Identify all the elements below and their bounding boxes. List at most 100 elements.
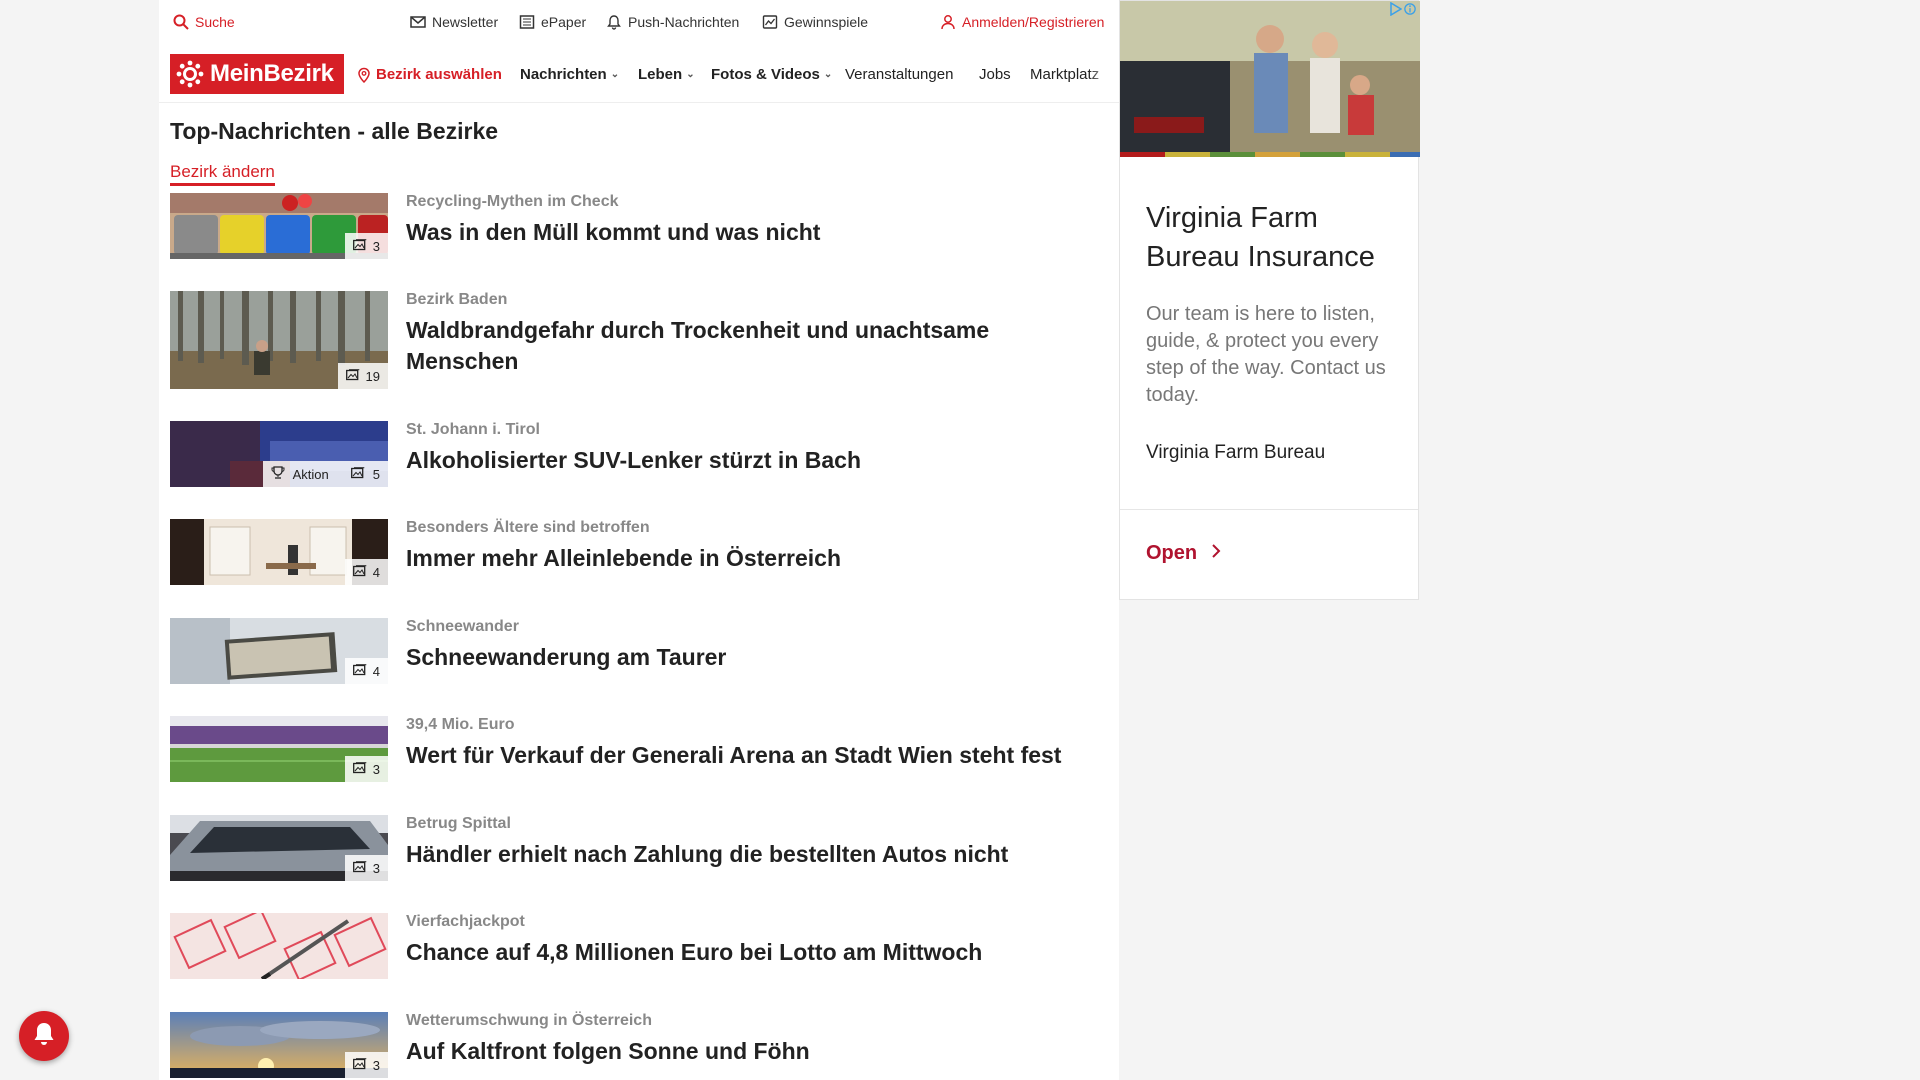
photo-count-badge: 4 (344, 658, 388, 684)
photo-count: 19 (365, 368, 380, 384)
article-headline[interactable]: Immer mehr Alleinlebende in Österreich (406, 543, 1096, 574)
gift-icon (762, 14, 778, 30)
newsletter-link[interactable]: Newsletter (410, 14, 498, 30)
article-headline[interactable]: Wert für Verkauf der Generali Arena an S… (406, 740, 1096, 771)
chevron-down-icon: ⌄ (686, 69, 695, 80)
adchoices-icon[interactable] (1390, 2, 1416, 16)
article-thumbnail[interactable]: 3 (170, 716, 388, 782)
ad-color-strip (1120, 152, 1420, 157)
article-thumbnail[interactable]: 3 (170, 193, 388, 259)
article-kicker: Recycling-Mythen im Check (406, 193, 619, 210)
article-thumbnail[interactable]: 3 (170, 1012, 388, 1078)
epaper-link[interactable]: ePaper (519, 14, 586, 30)
article-headline[interactable]: Auf Kaltfront folgen Sonne und Föhn (406, 1036, 1096, 1067)
article-headline[interactable]: Chance auf 4,8 Millionen Euro bei Lotto … (406, 937, 1096, 968)
photo-count-badge: 19 (337, 363, 388, 389)
article-thumbnail[interactable]: 4 (170, 618, 388, 684)
tag-and-photo-badge: Aktion 5 (262, 461, 388, 487)
article-kicker: Betrug Spittal (406, 815, 511, 832)
ad-divider (1120, 509, 1418, 510)
photo-count: 3 (372, 761, 380, 777)
photo-count-badge: 3 (344, 855, 388, 881)
ad-image[interactable] (1120, 1, 1420, 157)
games-label: Gewinnspiele (784, 14, 869, 30)
page-title: Top-Nachrichten - alle Bezirke (170, 118, 499, 144)
article-kicker: Wetterumschwung in Österreich (406, 1012, 652, 1029)
main-page: Suche Newsletter ePaper Push-Nachrichten… (159, 0, 1119, 1080)
nav-item-label: Fotos & Videos (711, 66, 820, 83)
nav-item-label: Marktplatz (1030, 66, 1100, 83)
article-thumbnail[interactable] (170, 913, 388, 979)
chevron-down-icon: ⌄ (823, 69, 833, 80)
logo[interactable]: MeinBezirk (170, 54, 344, 94)
logo-sun-icon (176, 60, 204, 88)
lotto-ticket-image (170, 913, 388, 979)
article-kicker: St. Johann i. Tirol (406, 421, 540, 438)
ad-open-label: Open (1146, 542, 1198, 564)
newspaper-icon (519, 14, 535, 30)
search-label: Suche (195, 14, 235, 30)
article-kicker: Vierfachjackpot (406, 913, 525, 930)
district-select[interactable]: Bezirk auswählen (356, 66, 502, 83)
image-icon (352, 564, 367, 580)
article-kicker: Bezirk Baden (406, 291, 508, 308)
epaper-label: ePaper (541, 14, 587, 30)
photo-count-badge: 4 (344, 559, 388, 585)
article-headline[interactable]: Schneewanderung am Taurer (406, 642, 1096, 673)
article-kicker: 39,4 Mio. Euro (406, 716, 515, 733)
article-headline[interactable]: Was in den Müll kommt und was nicht (406, 217, 1096, 248)
user-icon (940, 14, 956, 30)
login-link[interactable]: Anmelden/Registrieren (940, 14, 1104, 30)
chevron-down-icon: ⌄ (610, 69, 620, 80)
article-thumbnail[interactable]: Aktion 5 (170, 421, 388, 487)
article-thumbnail[interactable]: 19 (170, 291, 388, 389)
image-icon (352, 761, 367, 777)
article-kicker: Schneewander (406, 618, 519, 635)
photo-count-badge: 3 (344, 756, 388, 782)
change-district-link[interactable]: Bezirk ändern (170, 162, 275, 186)
photo-count: 4 (372, 663, 380, 679)
utility-bar: Suche Newsletter ePaper Push-Nachrichten… (159, 0, 1119, 46)
chevron-right-icon (1211, 542, 1221, 565)
advertisement[interactable]: Virginia Farm Bureau Insurance Our team … (1119, 0, 1420, 600)
games-link[interactable]: Gewinnspiele (762, 14, 868, 30)
nav-item-nachrichten[interactable]: Nachrichten ⌄ (520, 66, 619, 83)
ad-open-button[interactable]: Open (1146, 542, 1221, 565)
article-thumbnail[interactable]: 3 (170, 815, 388, 881)
article-kicker: Besonders Ältere sind betroffen (406, 519, 650, 536)
logo-text: MeinBezirk (210, 60, 334, 87)
bell-icon (606, 14, 622, 30)
nav-item-marktplatz[interactable]: Marktplatz (1030, 66, 1114, 83)
photo-count: 3 (372, 238, 380, 254)
search-link[interactable]: Suche (173, 14, 235, 30)
ad-body: Our team is here to listen, guide, & pro… (1146, 303, 1386, 406)
login-label: Anmelden/Registrieren (962, 14, 1105, 30)
push-link[interactable]: Push-Nachrichten (606, 14, 739, 30)
nav-item-label: Jobs (979, 66, 1011, 83)
photo-count-badge: 3 (344, 1052, 388, 1078)
district-select-label: Bezirk auswählen (376, 66, 502, 83)
push-label: Push-Nachrichten (628, 14, 740, 30)
nav-item-label: Nachrichten (520, 66, 607, 83)
image-icon (345, 368, 360, 384)
photo-count-badge: 3 (344, 233, 388, 259)
article-headline[interactable]: Händler erhielt nach Zahlung die bestell… (406, 839, 1096, 870)
article-headline[interactable]: Alkoholisierter SUV-Lenker stürzt in Bac… (406, 445, 1096, 476)
newsletter-label: Newsletter (432, 14, 499, 30)
nav-item-veranstaltungen[interactable]: Veranstaltungen (845, 66, 953, 83)
photo-count: 3 (372, 1057, 380, 1073)
nav-item-jobs[interactable]: Jobs (979, 66, 1011, 83)
photo-count: 4 (372, 564, 380, 580)
mail-icon (410, 14, 426, 30)
image-icon (352, 238, 367, 254)
ad-brand: Virginia Farm Bureau (1146, 442, 1326, 463)
action-tag: Aktion (292, 466, 329, 482)
article-thumbnail[interactable]: 4 (170, 519, 388, 585)
search-icon (173, 14, 189, 30)
push-notification-button[interactable] (19, 1011, 69, 1061)
ad-title[interactable]: Virginia Farm Bureau Insurance (1146, 199, 1406, 277)
article-headline[interactable]: Waldbrandgefahr durch Trockenheit und un… (406, 315, 1096, 377)
nav-item-leben[interactable]: Leben ⌄ (638, 66, 695, 83)
map-pin-icon (356, 67, 372, 83)
nav-item-fotos-videos[interactable]: Fotos & Videos ⌄ (711, 66, 832, 83)
